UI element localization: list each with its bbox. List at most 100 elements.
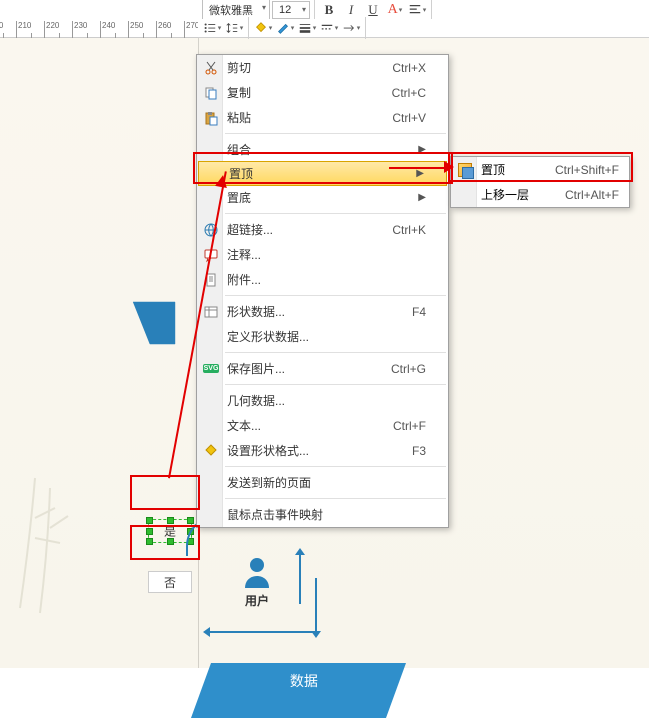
menu-shape-format-shortcut: F3 xyxy=(412,444,426,458)
menu-save-image[interactable]: SVG 保存图片... Ctrl+G xyxy=(197,356,448,381)
menu-text-shortcut: Ctrl+F xyxy=(393,419,426,433)
bring-to-front-submenu: 置顶 Ctrl+Shift+F 上移一层 Ctrl+Alt+F xyxy=(450,156,630,208)
menu-send-back-label: 置底 xyxy=(227,189,251,206)
data-parallelogram-shape[interactable]: 数据 xyxy=(191,663,406,718)
align-button[interactable] xyxy=(407,0,427,20)
menu-geometry-label: 几何数据... xyxy=(227,392,285,409)
line-color-button[interactable] xyxy=(275,18,295,38)
menu-copy-shortcut: Ctrl+C xyxy=(392,86,426,100)
data-label: 数据 xyxy=(289,663,317,691)
arrow-up[interactable] xyxy=(315,578,317,632)
menu-paste[interactable]: 粘贴 Ctrl+V xyxy=(197,105,448,130)
menu-hyperlink[interactable]: 超链接... Ctrl+K xyxy=(197,217,448,242)
menu-text[interactable]: 文本... Ctrl+F xyxy=(197,413,448,438)
menu-comment-label: 注释... xyxy=(227,246,261,263)
menu-cut-shortcut: Ctrl+X xyxy=(392,61,426,75)
menu-comment[interactable]: 注释... xyxy=(197,242,448,267)
background-bamboo-art xyxy=(0,438,120,618)
selected-yes-label[interactable]: 是 xyxy=(150,521,190,541)
font-size-select[interactable]: 12 xyxy=(272,1,310,19)
formatting-toolbar: 微软雅黑 12 B I U A xyxy=(198,0,649,20)
submenu-arrow-icon: ▶ xyxy=(416,168,424,179)
line-style-button[interactable] xyxy=(319,18,339,38)
menu-define-shape-data[interactable]: 定义形状数据... xyxy=(197,324,448,349)
svg-icon: SVG xyxy=(203,361,219,377)
menu-send-to-page[interactable]: 发送到新的页面 xyxy=(197,470,448,495)
menu-attachment[interactable]: 附件... xyxy=(197,267,448,292)
line-spacing-button[interactable] xyxy=(224,18,244,38)
ruler-tick: 200 xyxy=(0,21,16,38)
menu-define-shape-data-label: 定义形状数据... xyxy=(227,328,309,345)
italic-button[interactable]: I xyxy=(341,0,361,20)
submenu-bring-front-label: 置顶 xyxy=(481,161,505,178)
menu-hyperlink-shortcut: Ctrl+K xyxy=(392,223,426,237)
menu-separator xyxy=(225,384,446,385)
ruler-tick: 260 xyxy=(156,21,184,38)
submenu-arrow-icon: ▶ xyxy=(418,192,426,203)
bold-button[interactable]: B xyxy=(319,0,339,20)
menu-click-event-label: 鼠标点击事件映射 xyxy=(227,506,323,523)
annotation-arrow-1 xyxy=(389,167,448,169)
menu-copy[interactable]: 复制 Ctrl+C xyxy=(197,80,448,105)
menu-cut[interactable]: 剪切 Ctrl+X xyxy=(197,55,448,80)
submenu-bring-forward-label: 上移一层 xyxy=(481,186,529,203)
ruler-tick: 220 xyxy=(44,21,72,38)
menu-copy-label: 复制 xyxy=(227,84,251,101)
menu-click-event[interactable]: 鼠标点击事件映射 xyxy=(197,502,448,527)
ruler-tick: 250 xyxy=(128,21,156,38)
submenu-arrow-icon: ▶ xyxy=(418,144,426,155)
submenu-bring-to-front[interactable]: 置顶 Ctrl+Shift+F xyxy=(451,157,629,182)
menu-shape-data-label: 形状数据... xyxy=(227,303,285,320)
toolbar-separator xyxy=(431,0,432,21)
menu-save-image-label: 保存图片... xyxy=(227,360,285,377)
submenu-bring-front-shortcut: Ctrl+Shift+F xyxy=(555,163,619,177)
arrow-down[interactable] xyxy=(299,554,301,604)
menu-separator xyxy=(225,213,446,214)
menu-group[interactable]: 组合 ▶ xyxy=(197,137,448,162)
paste-icon xyxy=(203,110,219,126)
menu-separator xyxy=(225,133,446,134)
menu-attachment-label: 附件... xyxy=(227,271,261,288)
bring-to-front-icon xyxy=(457,162,473,178)
menu-shape-data-shortcut: F4 xyxy=(412,305,426,319)
menu-hyperlink-label: 超链接... xyxy=(227,221,273,238)
cut-icon xyxy=(203,60,219,76)
menu-separator xyxy=(225,295,446,296)
menu-group-label: 组合 xyxy=(227,141,251,158)
bullets-button[interactable] xyxy=(202,18,222,38)
ruler-tick: 210 xyxy=(16,21,44,38)
context-menu: 剪切 Ctrl+X 复制 Ctrl+C 粘贴 Ctrl+V 组合 ▶ 置顶 ▶ … xyxy=(196,54,449,528)
font-color-button[interactable]: A xyxy=(385,0,405,20)
toolbar-separator xyxy=(365,17,366,39)
line-weight-button[interactable] xyxy=(297,18,317,38)
submenu-bring-forward[interactable]: 上移一层 Ctrl+Alt+F xyxy=(451,182,629,207)
menu-shape-format[interactable]: 设置形状格式... F3 xyxy=(197,438,448,463)
formatting-toolbar-2 xyxy=(198,19,649,38)
user-shape[interactable]: 用户 xyxy=(232,554,282,612)
menu-separator xyxy=(225,352,446,353)
menu-separator xyxy=(225,498,446,499)
ruler-tick: 240 xyxy=(100,21,128,38)
decision-shape[interactable] xyxy=(112,281,197,366)
underline-button[interactable]: U xyxy=(363,0,383,20)
copy-icon xyxy=(203,85,219,101)
arrow-left[interactable] xyxy=(209,631,319,633)
menu-geometry[interactable]: 几何数据... xyxy=(197,388,448,413)
menu-paste-label: 粘贴 xyxy=(227,109,251,126)
user-label: 用户 xyxy=(245,592,269,609)
menu-send-to-page-label: 发送到新的页面 xyxy=(227,474,311,491)
submenu-bring-forward-shortcut: Ctrl+Alt+F xyxy=(565,188,619,202)
menu-shape-data[interactable]: 形状数据... F4 xyxy=(197,299,448,324)
menu-bring-to-front[interactable]: 置顶 ▶ xyxy=(198,161,447,186)
arrow-style-button[interactable] xyxy=(341,18,361,38)
menu-save-image-shortcut: Ctrl+G xyxy=(391,362,426,376)
fill-color-button[interactable] xyxy=(253,18,273,38)
no-label[interactable]: 否 xyxy=(148,571,192,593)
menu-paste-shortcut: Ctrl+V xyxy=(392,111,426,125)
shape-data-icon xyxy=(203,304,219,320)
menu-send-to-back[interactable]: 置底 ▶ xyxy=(197,185,448,210)
yes-label-text: 是 xyxy=(164,523,176,540)
menu-cut-label: 剪切 xyxy=(227,59,251,76)
toolbar-separator xyxy=(248,17,249,39)
annotation-arrowhead-1 xyxy=(444,161,454,173)
